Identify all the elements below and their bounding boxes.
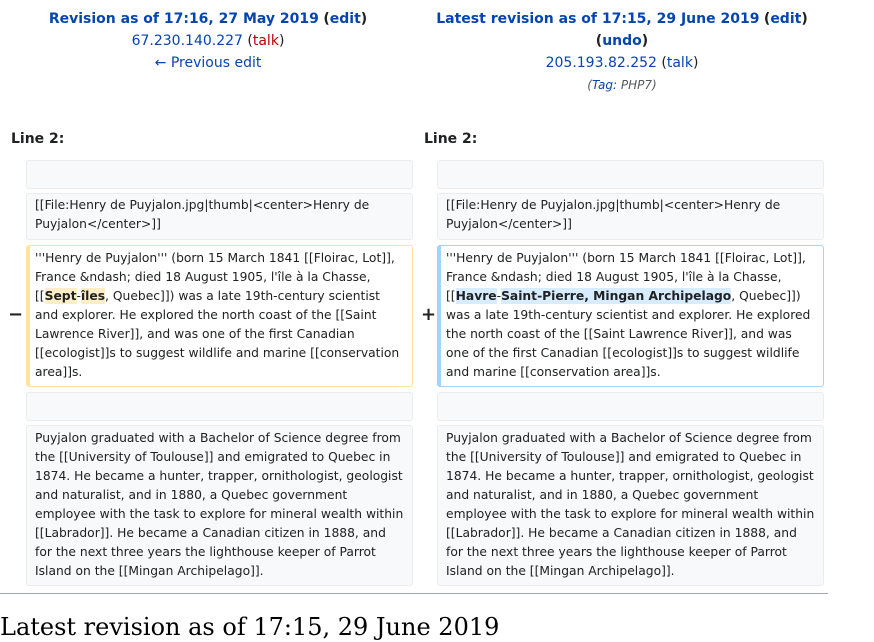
new-revision-edit-wrapper: (edit) [763,11,808,27]
right-line-label: Line 2: [424,131,478,147]
new-revision-edit-link[interactable]: edit [770,11,801,27]
tag-value: PHP7 [620,78,653,92]
undo-link[interactable]: undo [602,33,642,49]
left-line-label: Line 2: [11,131,65,147]
deleted-highlight-1: Sept [44,288,77,304]
right-context-paragraph: Puyjalon graduated with a Bachelor of Sc… [437,425,824,586]
right-context-file: [[File:Henry de Puyjalon.jpg|thumb|<cent… [437,193,824,240]
left-context-empty-2 [26,392,413,421]
old-revision-edit-link[interactable]: edit [330,11,361,27]
undo-line: (undo) [595,33,649,49]
new-revision-talk-link[interactable]: talk [667,55,693,71]
added-line-marker: + [421,304,437,325]
added-highlight-1: Havre [455,288,497,304]
old-revision-user-line: 67.230.140.227 (talk) [131,33,285,49]
right-context-empty-2 [437,392,824,421]
old-revision-title-link[interactable]: Revision as of 17:16, 27 May 2019 [49,11,319,27]
left-context-file: [[File:Henry de Puyjalon.jpg|thumb|<cent… [26,193,413,240]
left-context-empty-1 [26,160,413,189]
old-revision-talk-link[interactable]: talk [253,33,279,49]
left-context-paragraph: Puyjalon graduated with a Bachelor of Sc… [26,425,413,586]
previous-edit-line: ← Previous edit [0,52,416,74]
new-revision-title-link[interactable]: Latest revision as of 17:15, 29 June 201… [436,11,759,27]
added-highlight-2: Saint-Pierre, Mingan Archipelago [501,288,732,304]
deleted-line-marker: − [8,304,24,325]
added-line: '''Henry de Puyjalon''' (born 15 March 1… [437,245,824,387]
revision-tag: (Tag: PHP7) [587,78,657,92]
deleted-line: '''Henry de Puyjalon''' (born 15 March 1… [26,245,413,387]
old-revision-user-link[interactable]: 67.230.140.227 [132,33,243,49]
previous-edit-link[interactable]: ← Previous edit [155,55,262,71]
tag-link[interactable]: Tag: [592,78,617,92]
new-revision-title-line: Latest revision as of 17:15, 29 June 201… [416,8,828,30]
old-revision-header: Revision as of 17:16, 27 May 2019 (edit)… [0,8,416,74]
right-context-empty-1 [437,160,824,189]
latest-revision-heading: Latest revision as of 17:15, 29 June 201… [0,613,500,641]
new-revision-header: Latest revision as of 17:15, 29 June 201… [416,8,828,96]
content-divider [0,593,828,594]
new-revision-user-link[interactable]: 205.193.82.252 [546,55,657,71]
old-revision-title-line: Revision as of 17:16, 27 May 2019 (edit) [0,8,416,30]
old-revision-edit-wrapper: (edit) [323,11,368,27]
deleted-highlight-2: îles [80,288,106,304]
new-revision-user-line: 205.193.82.252 (talk) [545,55,699,71]
